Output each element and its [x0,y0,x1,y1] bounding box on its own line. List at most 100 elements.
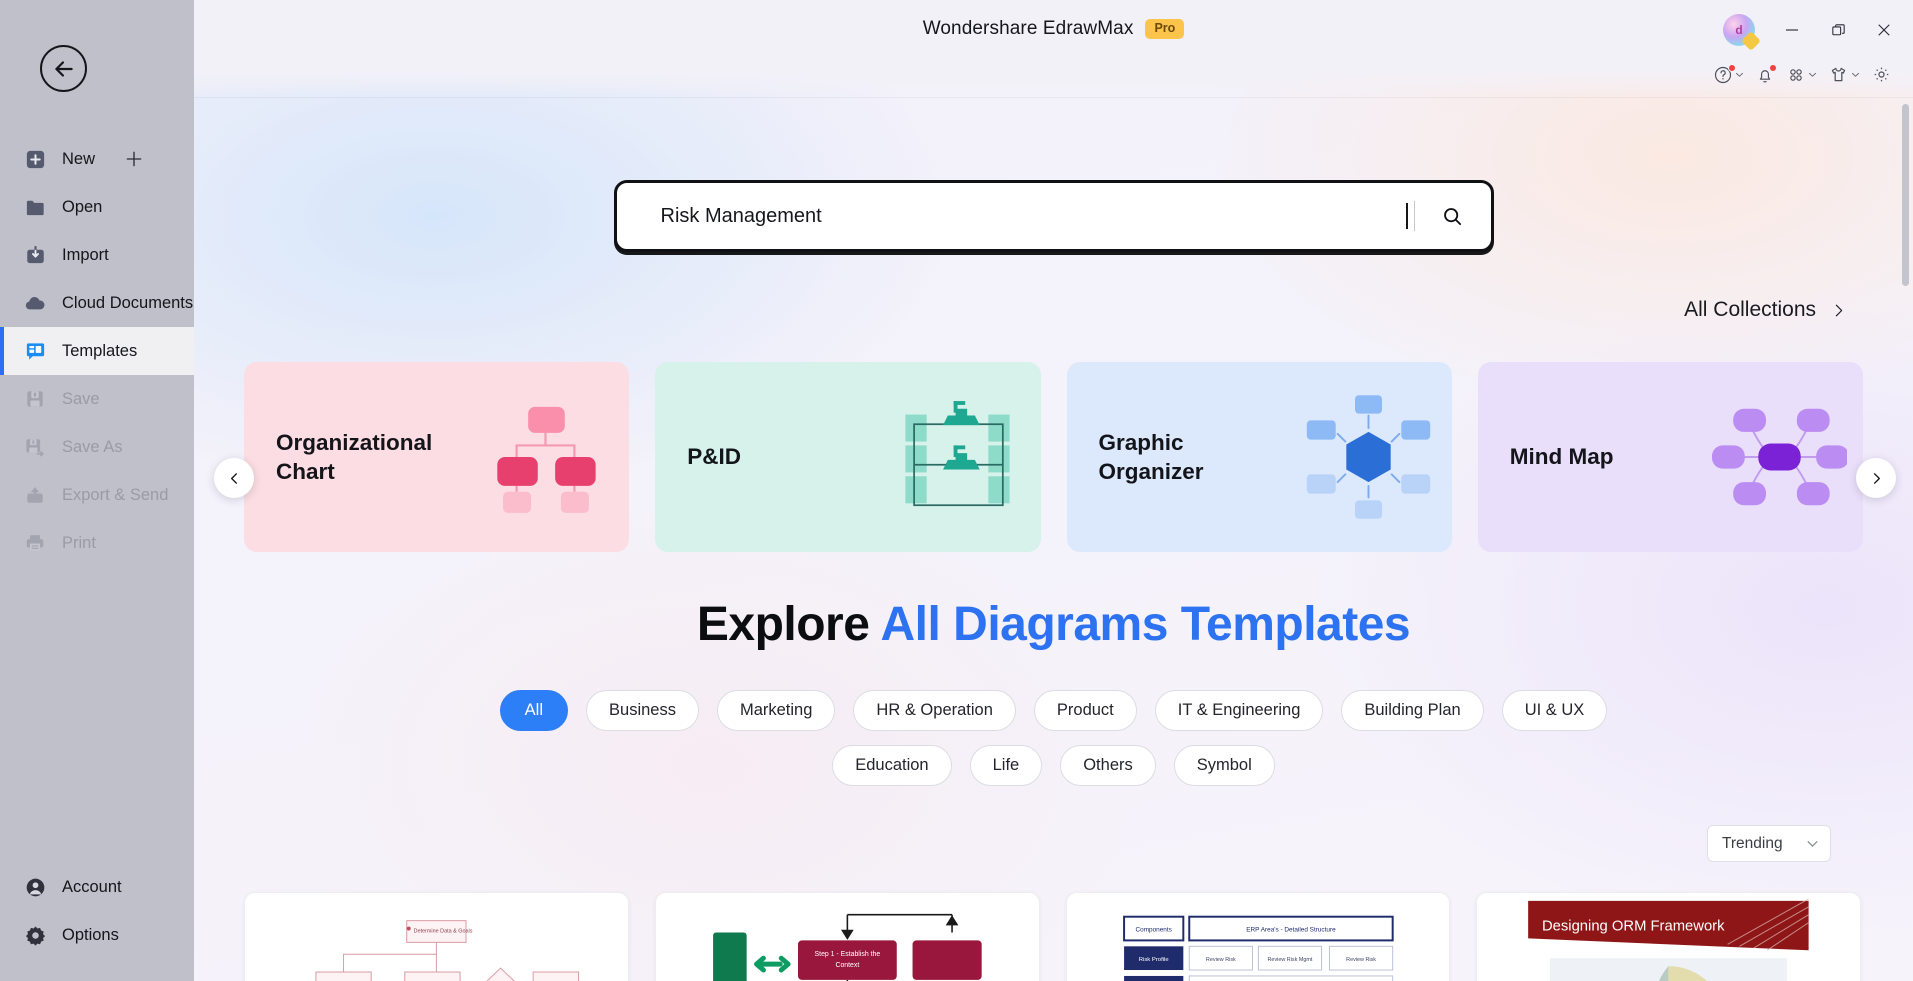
main-content: Wondershare EdrawMax Pro d Risk Manageme… [194,0,1913,981]
sidebar-item-cloud-documents[interactable]: Cloud Documents [0,279,194,327]
sidebar-item-label: Export & Send [62,485,169,504]
app-title: Wondershare EdrawMax [922,18,1134,39]
org-chart-art [497,406,596,513]
template-card[interactable]: Designing ORM Framework [1476,892,1861,981]
sidebar-item-new[interactable]: New [0,135,194,183]
avatar[interactable]: d [1723,14,1755,46]
sort-dropdown[interactable]: Trending [1707,825,1831,862]
sidebar-item-templates[interactable]: Templates [0,327,194,375]
avatar-initial: d [1735,23,1743,37]
filter-chip-hr-operation[interactable]: HR & Operation [853,690,1016,731]
minimize-icon[interactable] [1779,17,1805,43]
search-input[interactable] [616,204,1406,228]
all-collections-label: All Collections [1684,298,1816,321]
settings-gear-icon[interactable] [1868,62,1895,87]
sidebar-item-import[interactable]: Import [0,231,194,279]
all-collections-link[interactable]: All Collections [1684,298,1847,322]
sidebar-item-options[interactable]: Options [0,911,194,959]
mind-map-art [1712,408,1847,506]
chevron-down-icon[interactable] [1851,70,1860,79]
scrollbar-thumb[interactable] [1902,104,1909,286]
import-icon [22,242,48,268]
sidebar: New Open Import Cloud Documents Template… [0,0,194,981]
orm-framework-preview: Designing ORM Framework [1520,893,1817,981]
chevron-down-icon[interactable] [1808,70,1817,79]
restore-icon[interactable] [1825,17,1851,43]
notification-bell-icon[interactable] [1752,63,1778,87]
svg-text:Risk Profile: Risk Profile [1138,957,1169,963]
chevron-right-icon [1873,472,1880,484]
add-new-button[interactable] [124,149,144,169]
search-bar [613,180,1494,252]
search-button[interactable] [1415,183,1491,249]
category-card-title: Organizational Chart [276,429,433,484]
category-card-title: Mind Map [1509,444,1614,470]
sidebar-item-account[interactable]: Account [0,863,194,911]
sidebar-item-save-as: Save As [0,423,194,471]
chevron-down-icon[interactable] [1735,70,1744,79]
category-card-organizational-chart[interactable]: Organizational Chart [244,362,630,552]
sidebar-item-label: Open [62,197,103,216]
carousel-prev-button[interactable] [214,458,254,498]
page-title: Explore All Diagrams Templates [194,597,1913,652]
chevron-right-icon [1835,304,1843,316]
back-button[interactable] [40,45,87,92]
filter-chip-it-engineering[interactable]: IT & Engineering [1154,690,1324,731]
svg-text:Review Risk: Review Risk [1346,957,1376,963]
filter-chip-others[interactable]: Others [1060,745,1156,786]
utility-toolbar [1710,62,1895,87]
category-card-pid[interactable]: P&ID [655,362,1041,552]
vertical-scrollbar[interactable] [1902,104,1909,939]
category-carousel: Organizational Chart P&ID Graphic Organi… [244,362,1863,552]
help-badge-dot [1728,63,1736,72]
sidebar-item-label: New [62,149,96,168]
filter-chip-ui-ux[interactable]: UI & UX [1501,690,1608,731]
export-icon [22,482,48,508]
explore-highlight: All Diagrams Templates [880,598,1411,651]
template-card[interactable]: Step 1 - Establish the Context [654,892,1040,981]
filter-chip-life[interactable]: Life [969,745,1043,786]
window-controls: d [1723,14,1897,46]
svg-text:ERP Area's - Detailed Structur: ERP Area's - Detailed Structure [1246,927,1336,934]
filter-chip-education[interactable]: Education [832,745,952,786]
title-wrap: Wondershare EdrawMax Pro [194,18,1913,40]
sidebar-item-label: Account [62,877,122,896]
explore-prefix: Explore [696,598,870,651]
template-card[interactable]: Determine Data & Goals [244,892,629,981]
filter-chip-symbol[interactable]: Symbol [1173,745,1275,786]
filter-chip-building-plan[interactable]: Building Plan [1341,690,1484,731]
filter-chip-marketing[interactable]: Marketing [716,690,836,731]
filter-chip-all[interactable]: All [499,690,569,731]
category-card-mind-map[interactable]: Mind Map [1477,362,1863,552]
apps-grid-icon[interactable] [1783,63,1820,87]
sidebar-item-label: Templates [62,341,138,360]
sidebar-nav: New Open Import Cloud Documents Template… [0,135,194,567]
sort-bar: Trending [1707,825,1831,862]
theme-shirt-icon[interactable] [1825,62,1863,87]
svg-text:Determine Data & Goals: Determine Data & Goals [414,929,473,935]
template-card[interactable]: Components ERP Area's - Detailed Structu… [1065,892,1451,981]
cloud-icon [22,290,48,316]
pid-art [904,401,1010,507]
template-grid: Determine Data & Goals Step 1 - Establis… [244,892,1861,981]
chevron-left-icon [230,472,237,484]
filter-chip-product[interactable]: Product [1033,690,1137,731]
flowchart-pink-preview: Determine Data & Goals [288,893,585,981]
sidebar-item-open[interactable]: Open [0,183,194,231]
save-icon [22,386,48,412]
close-icon[interactable] [1871,17,1897,43]
filter-chip-business[interactable]: Business [586,690,699,731]
help-icon[interactable] [1710,63,1747,87]
svg-text:Components: Components [1135,927,1171,934]
sort-value: Trending [1722,834,1783,852]
category-card-graphic-organizer[interactable]: Graphic Organizer [1066,362,1452,552]
svg-text:Context: Context [835,962,859,969]
category-card-title: P&ID [687,444,742,470]
sidebar-item-label: Save As [62,437,123,456]
search-box[interactable] [613,180,1494,252]
category-card-title: Graphic Organizer [1098,429,1204,484]
carousel-next-button[interactable] [1856,458,1896,498]
sidebar-item-label: Print [62,533,96,552]
risk-process-preview: Step 1 - Establish the Context [699,893,996,981]
svg-text:Review Risk: Review Risk [1205,957,1235,963]
